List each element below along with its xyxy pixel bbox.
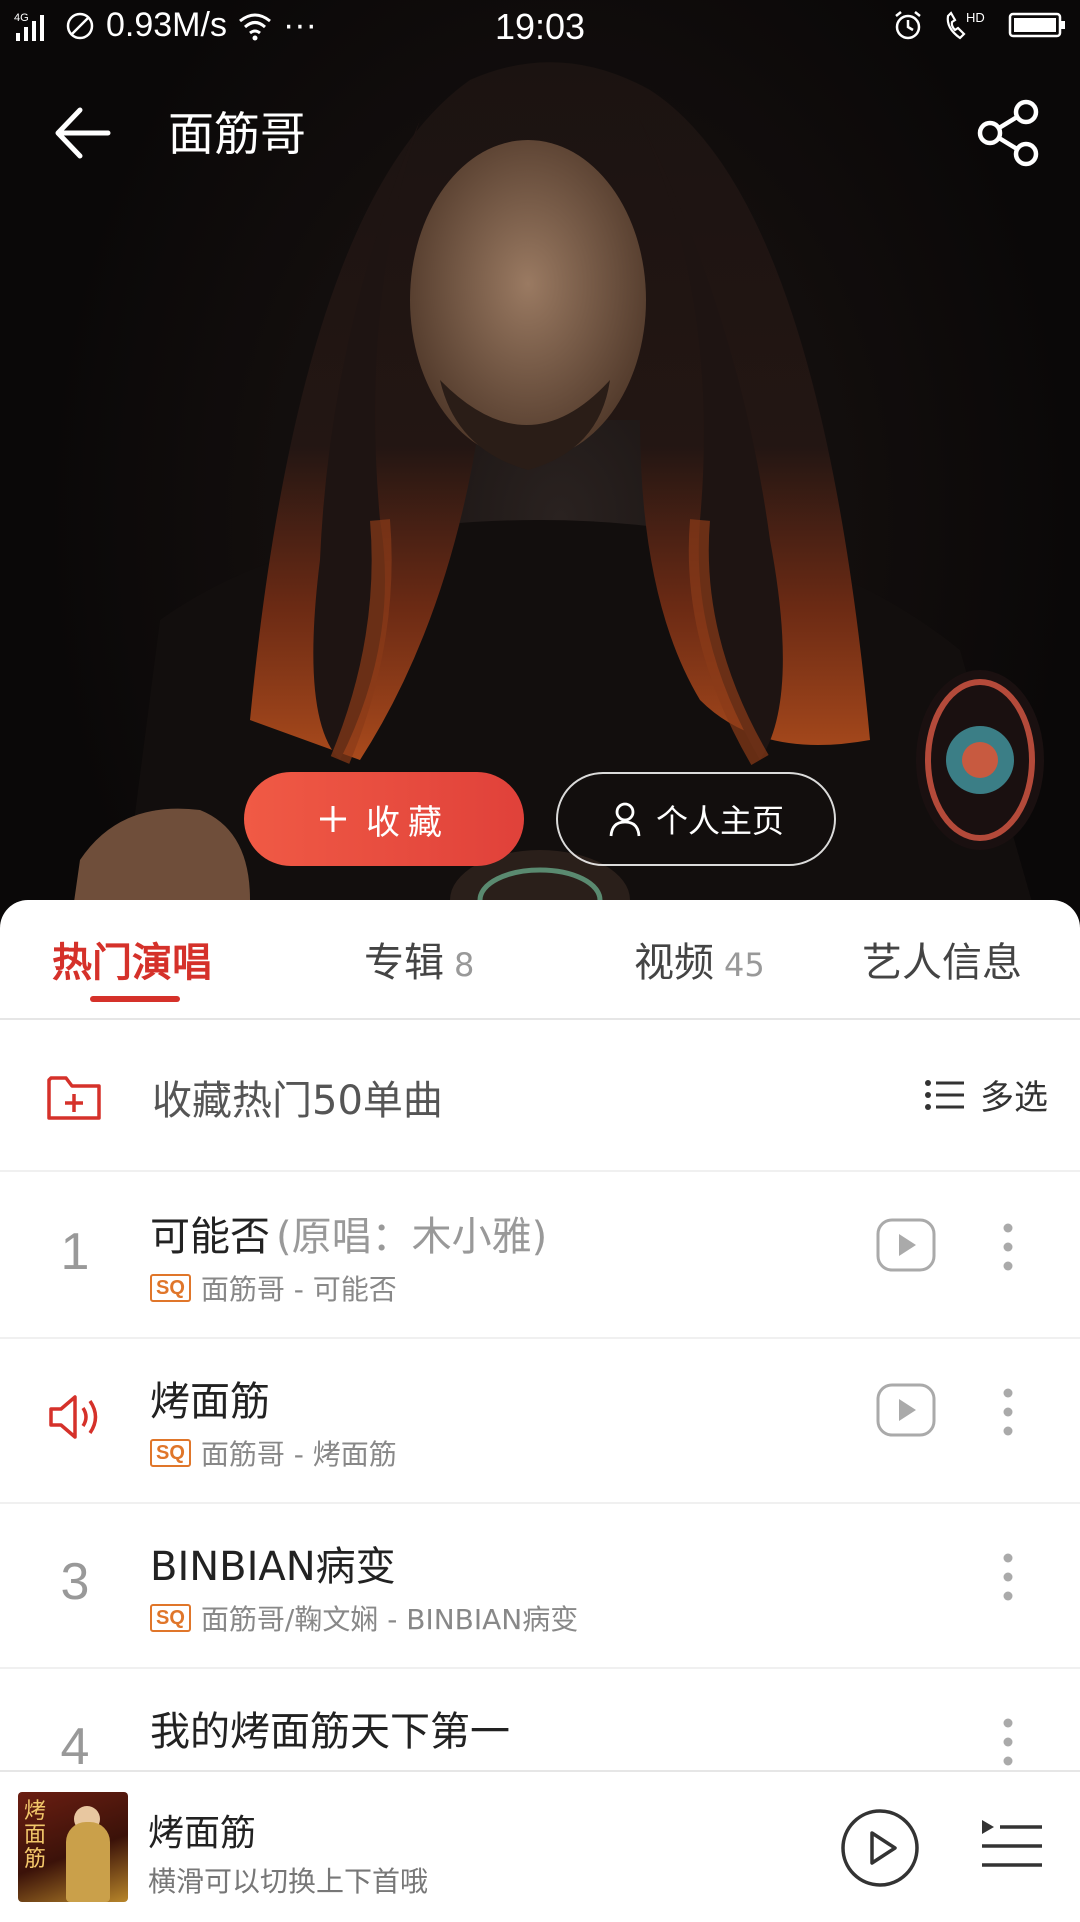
album-cover[interactable]: 烤面筋	[18, 1792, 128, 1902]
tab-label: 艺人信息	[862, 940, 1022, 986]
song-artist-album: 面筋哥 - 烤面筋	[200, 1438, 397, 1471]
svg-text:HD: HD	[966, 10, 985, 25]
song-meta: SQ 面筋哥 - 可能否	[150, 1268, 397, 1308]
song-index: 1	[60, 1223, 90, 1281]
song-index: 3	[60, 1553, 90, 1611]
collect-top-songs-label: 收藏热门50单曲	[152, 1078, 443, 1124]
multi-select-label: 多选	[980, 1078, 1048, 1118]
song-index: 4	[60, 1718, 90, 1776]
playlist-queue-icon[interactable]	[980, 1816, 1044, 1872]
top-nav: 面筋哥	[0, 80, 1080, 180]
tab-videos[interactable]: 视频 45	[634, 930, 765, 988]
tab-label: 视频	[634, 940, 714, 986]
song-row[interactable]: 1 可能否 (原唱：木小雅) SQ 面筋哥 - 可能否	[0, 1172, 1080, 1339]
collect-label: 收藏	[366, 802, 450, 843]
folder-add-icon	[47, 1076, 101, 1120]
tab-hot-songs[interactable]: 热门演唱	[52, 930, 212, 988]
tab-albums[interactable]: 专辑 8	[364, 930, 474, 988]
alarm-icon	[895, 11, 921, 40]
tab-bar: 热门演唱 专辑 8 视频 45 艺人信息	[0, 900, 1080, 1020]
active-tab-indicator	[90, 996, 180, 1002]
song-title: 可能否 (原唱：木小雅)	[150, 1204, 547, 1262]
cover-figure-body	[66, 1822, 110, 1902]
song-title: 我的烤面筋天下第一	[150, 1709, 510, 1755]
battery-icon	[1008, 12, 1065, 38]
song-title: 烤面筋	[150, 1379, 270, 1425]
original-singer: (原唱：木小雅)	[276, 1214, 548, 1260]
tab-artist-info[interactable]: 艺人信息	[862, 930, 1022, 988]
tab-label: 热门演唱	[52, 940, 212, 986]
artist-hero: 4G 0.93M/s ··· 19:03 HD 面筋哥 收藏 个人主页	[0, 0, 1080, 930]
swipe-hint: 横滑可以切换上下首哦	[148, 1865, 429, 1898]
song-title-text: 可能否	[150, 1214, 270, 1260]
play-video-icon[interactable]	[876, 1383, 936, 1437]
person-icon	[609, 802, 641, 837]
sq-badge: SQ	[150, 1274, 191, 1302]
tab-count: 8	[454, 946, 475, 984]
play-video-icon[interactable]	[876, 1218, 936, 1272]
more-options-icon[interactable]	[996, 1715, 1020, 1769]
more-options-icon[interactable]	[996, 1550, 1020, 1604]
plus-icon	[320, 806, 346, 832]
song-row[interactable]: 烤面筋 SQ 面筋哥 - 烤面筋	[0, 1337, 1080, 1504]
now-playing-speaker-icon	[49, 1395, 98, 1439]
collect-top-songs-row[interactable]: 收藏热门50单曲 多选	[0, 1020, 1080, 1172]
list-icon	[925, 1079, 964, 1110]
multi-select-button[interactable]: 多选	[924, 1070, 1048, 1119]
cover-title-text: 烤面筋	[24, 1799, 47, 1872]
status-bar: 4G 0.93M/s ··· 19:03 HD	[0, 0, 1080, 56]
play-icon[interactable]	[840, 1808, 920, 1888]
more-options-icon[interactable]	[996, 1220, 1020, 1274]
back-arrow-icon[interactable]	[48, 98, 118, 168]
song-row[interactable]: 3 BINBIAN病变 SQ 面筋哥/鞠文娴 - BINBIAN病变	[0, 1502, 1080, 1669]
mini-player[interactable]: 烤面筋 烤面筋 横滑可以切换上下首哦	[0, 1770, 1080, 1922]
now-playing-title: 烤面筋	[148, 1813, 257, 1854]
sq-badge: SQ	[150, 1439, 191, 1467]
hd-call-icon: HD	[946, 10, 985, 40]
tab-label: 专辑	[364, 940, 444, 986]
share-icon[interactable]	[974, 98, 1044, 168]
collect-artist-button[interactable]: 收藏	[244, 772, 524, 866]
sq-badge: SQ	[150, 1604, 191, 1632]
more-options-icon[interactable]	[996, 1385, 1020, 1439]
artist-homepage-button[interactable]: 个人主页	[556, 772, 836, 866]
song-artist-album: 面筋哥/鞠文娴 - BINBIAN病变	[200, 1603, 579, 1636]
tab-count: 45	[724, 946, 765, 984]
song-meta: SQ 面筋哥/鞠文娴 - BINBIAN病变	[150, 1598, 578, 1638]
song-artist-album: 面筋哥 - 可能否	[200, 1273, 397, 1306]
content-sheet: 热门演唱 专辑 8 视频 45 艺人信息 收藏热门50单曲 多选 1 可能否 (…	[0, 900, 1080, 1920]
page-title: 面筋哥	[168, 107, 306, 161]
song-meta: SQ 面筋哥 - 烤面筋	[150, 1433, 397, 1473]
song-title: BINBIAN病变	[150, 1544, 396, 1590]
homepage-label: 个人主页	[655, 802, 784, 840]
